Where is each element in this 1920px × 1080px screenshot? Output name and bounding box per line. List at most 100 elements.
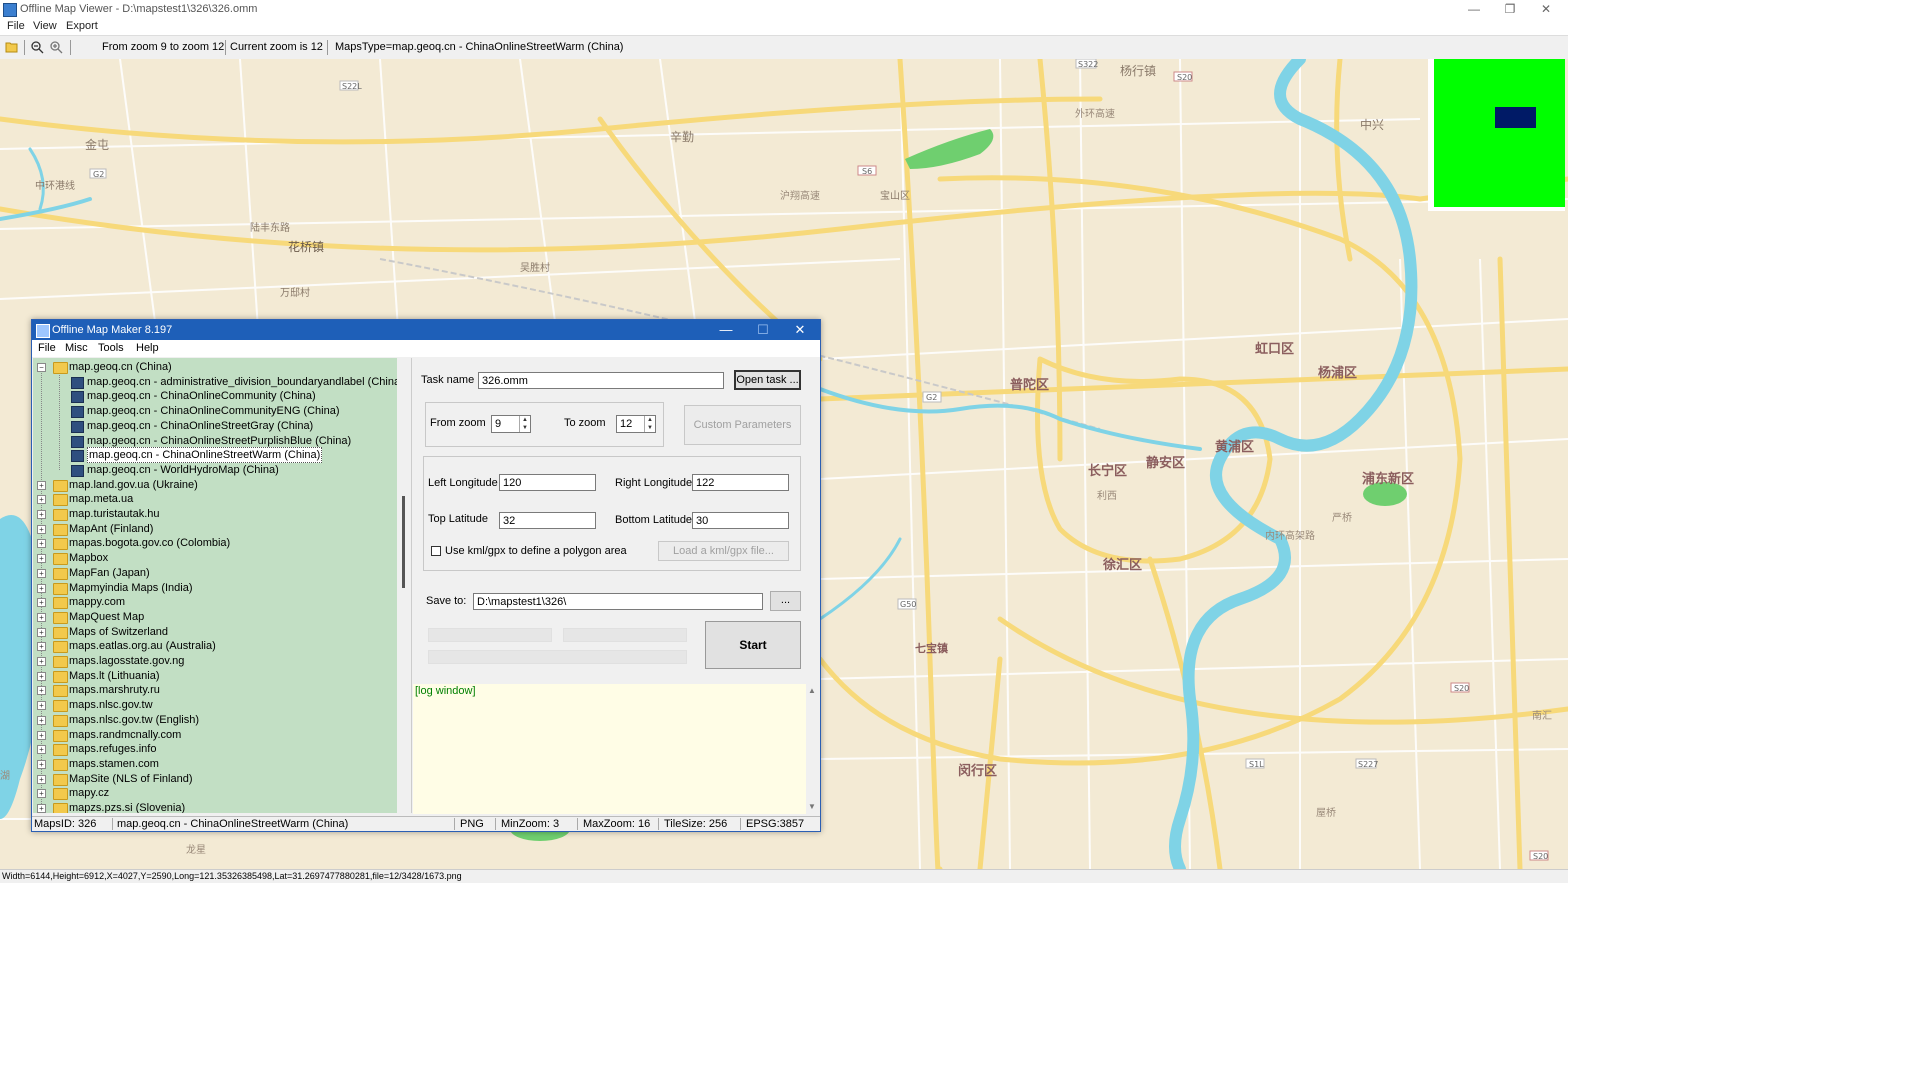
dialog-maximize-button[interactable]: ☐ (745, 321, 781, 339)
use-kml-checkbox[interactable] (431, 546, 441, 556)
minimap-viewport-indicator[interactable] (1495, 107, 1536, 128)
zoom-range-text: From zoom 9 to zoom 12 (102, 41, 225, 53)
zoom-in-icon[interactable] (49, 40, 63, 54)
log-scrollbar[interactable]: ▲ ▼ (806, 684, 818, 814)
tree-item[interactable]: map.geoq.cn - ChinaOnlineStreetWarm (Chi… (33, 447, 397, 464)
tree-scrollbar[interactable] (398, 358, 411, 813)
expand-icon[interactable]: + (37, 759, 46, 769)
expand-icon[interactable]: + (37, 627, 46, 637)
tree-item[interactable]: + Maps.lt (Lithuania) (33, 669, 397, 683)
save-to-field[interactable]: D:\mapstest1\326\ (473, 593, 763, 610)
tree-item[interactable]: + maps.randmcnally.com (33, 728, 397, 742)
expand-icon[interactable]: + (37, 510, 46, 519)
menu-file[interactable]: File (7, 20, 25, 32)
tree-item[interactable]: − map.geoq.cn (China) (33, 360, 397, 374)
minimize-button[interactable]: — (1456, 0, 1492, 18)
expand-icon[interactable]: + (37, 495, 46, 505)
tree-item[interactable]: + maps.refuges.info (33, 742, 397, 757)
expand-icon[interactable]: + (37, 480, 46, 490)
expand-icon[interactable]: + (37, 524, 46, 534)
tree-item[interactable]: + maps.eatlas.org.au (Australia) (33, 639, 397, 654)
expand-icon[interactable]: + (37, 583, 46, 593)
expand-icon[interactable]: + (37, 745, 46, 755)
tree-item[interactable]: + MapFan (Japan) (33, 566, 397, 580)
start-button[interactable]: Start (705, 621, 801, 669)
browse-folder-button[interactable]: ... (770, 591, 801, 611)
tree-item[interactable]: + Maps of Switzerland (33, 625, 397, 639)
tree-item[interactable]: + mapas.bogota.gov.co (Colombia) (33, 536, 397, 551)
tree-item[interactable]: + maps.stamen.com (33, 757, 397, 771)
task-name-field[interactable]: 326.omm (478, 372, 724, 389)
tree-item[interactable]: + MapQuest Map (33, 610, 397, 624)
tree-item[interactable]: map.geoq.cn - ChinaOnlineCommunity (Chin… (33, 389, 397, 404)
expand-icon[interactable]: + (37, 598, 46, 608)
dialog-minimize-button[interactable]: — (708, 321, 744, 339)
dialog-menu-tools[interactable]: Tools (98, 342, 124, 354)
spinner-up-icon[interactable]: ▲ (519, 416, 530, 424)
tree-item[interactable]: + Mapmyindia Maps (India) (33, 581, 397, 595)
expand-icon[interactable]: + (37, 686, 46, 696)
tree-scrollbar-thumb[interactable] (402, 496, 405, 588)
dialog-menu-help[interactable]: Help (136, 342, 159, 354)
expand-icon[interactable]: + (37, 554, 46, 564)
expand-icon[interactable]: + (37, 730, 46, 740)
tree-item[interactable]: + mapzs.pzs.si (Slovenia) (33, 801, 397, 813)
tree-item[interactable]: + maps.nlsc.gov.tw (33, 698, 397, 713)
spinner-down-icon[interactable]: ▼ (519, 424, 530, 432)
from-zoom-spinner[interactable]: 9 ▲ ▼ (491, 415, 531, 433)
expand-icon[interactable]: + (37, 568, 46, 578)
expand-icon[interactable]: + (37, 539, 46, 549)
restore-button[interactable]: ❐ (1492, 0, 1528, 18)
load-kml-button[interactable]: Load a kml/gpx file... (658, 541, 789, 561)
expand-icon[interactable]: + (37, 642, 46, 652)
expand-icon[interactable]: + (37, 671, 46, 681)
tree-item[interactable]: + MapAnt (Finland) (33, 522, 397, 536)
scroll-up-icon[interactable]: ▲ (808, 686, 816, 695)
bottom-latitude-field[interactable]: 30 (692, 512, 789, 529)
open-folder-icon[interactable] (5, 40, 19, 54)
expand-icon[interactable]: + (37, 804, 46, 813)
to-zoom-spinner[interactable]: 12 ▲ ▼ (616, 415, 656, 433)
custom-parameters-button[interactable]: Custom Parameters (684, 405, 801, 445)
tree-item[interactable]: + maps.marshruty.ru (33, 683, 397, 698)
right-longitude-field[interactable]: 122 (692, 474, 789, 491)
tree-item[interactable]: map.geoq.cn - ChinaOnlineStreetGray (Chi… (33, 419, 397, 433)
spinner-up-icon[interactable]: ▲ (644, 416, 655, 424)
overview-minimap[interactable] (1428, 59, 1565, 211)
scroll-down-icon[interactable]: ▼ (808, 802, 816, 811)
map-source-tree[interactable]: − map.geoq.cn (China) map.geoq.cn - admini… (33, 358, 397, 813)
tree-item[interactable]: + map.meta.ua (33, 492, 397, 507)
tree-item[interactable]: + maps.lagosstate.gov.ng (33, 654, 397, 668)
dialog-menu-misc[interactable]: Misc (65, 342, 88, 354)
log-window[interactable]: [log window] (413, 684, 806, 814)
panel-splitter[interactable] (411, 358, 412, 813)
tree-item[interactable]: + map.land.gov.ua (Ukraine) (33, 478, 397, 492)
menu-export[interactable]: Export (66, 20, 98, 32)
tree-item[interactable]: map.geoq.cn - WorldHydroMap (China) (33, 463, 397, 477)
tree-item[interactable]: + MapSite (NLS of Finland) (33, 772, 397, 786)
tree-item[interactable]: map.geoq.cn - administrative_division_bo… (33, 375, 397, 389)
top-latitude-field[interactable]: 32 (499, 512, 596, 529)
collapse-icon[interactable]: − (37, 363, 46, 372)
zoom-out-icon[interactable] (30, 40, 44, 54)
tree-item[interactable]: map.geoq.cn - ChinaOnlineStreetPurplishB… (33, 434, 397, 448)
expand-icon[interactable]: + (37, 789, 46, 799)
tree-item[interactable]: + map.turistautak.hu (33, 507, 397, 521)
tree-item[interactable]: + mappy.com (33, 595, 397, 610)
left-longitude-field[interactable]: 120 (499, 474, 596, 491)
tree-item[interactable]: map.geoq.cn - ChinaOnlineCommunityENG (C… (33, 404, 397, 419)
menu-view[interactable]: View (33, 20, 57, 32)
expand-icon[interactable]: + (37, 701, 46, 711)
expand-icon[interactable]: + (37, 657, 46, 666)
close-button[interactable]: ✕ (1528, 0, 1564, 18)
tree-item[interactable]: + maps.nlsc.gov.tw (English) (33, 713, 397, 727)
spinner-down-icon[interactable]: ▼ (644, 424, 655, 432)
open-task-button[interactable]: Open task ... (734, 370, 801, 390)
dialog-menu-file[interactable]: File (38, 342, 56, 354)
dialog-close-button[interactable]: ✕ (782, 321, 818, 339)
expand-icon[interactable]: + (37, 715, 46, 725)
tree-item[interactable]: + mapy.cz (33, 786, 397, 801)
expand-icon[interactable]: + (37, 774, 46, 784)
tree-item[interactable]: + Mapbox (33, 551, 397, 566)
expand-icon[interactable]: + (37, 612, 46, 622)
